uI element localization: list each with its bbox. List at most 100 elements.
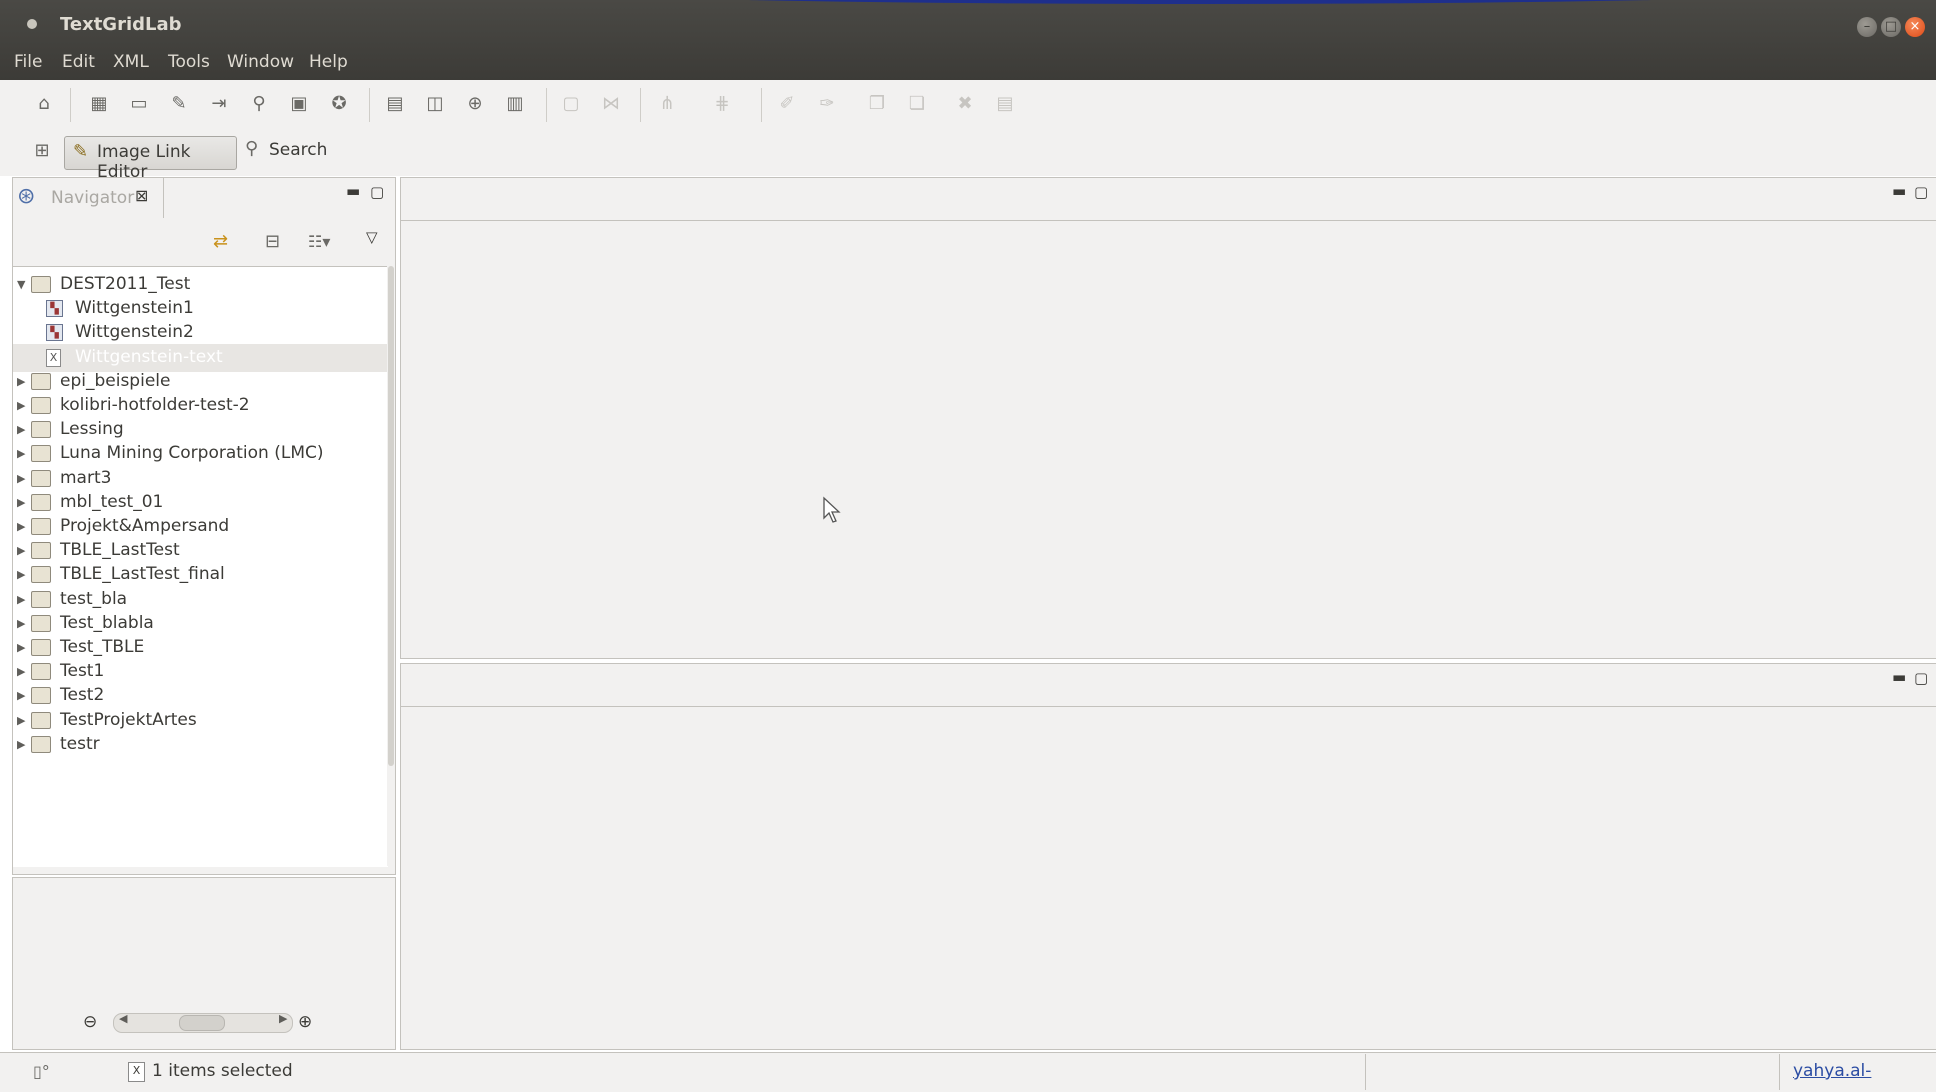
expand-arrow-icon[interactable]: ▶ xyxy=(17,423,25,436)
folder-icon xyxy=(31,421,51,439)
expand-arrow-icon[interactable]: ▶ xyxy=(17,617,25,630)
image-icon[interactable]: ▣ xyxy=(287,92,311,116)
sync-icon[interactable]: ⇄ xyxy=(213,231,228,252)
calendar-icon[interactable]: ▥ xyxy=(503,92,527,116)
zoom-slider-thumb[interactable] xyxy=(179,1015,225,1031)
folder-icon xyxy=(31,735,51,753)
tree-item-label: Projekt&Ampersand xyxy=(60,516,230,536)
expand-arrow-icon[interactable]: ▶ xyxy=(17,593,25,606)
menu-window[interactable]: Window xyxy=(227,52,294,72)
disabled-pen-icon: ✐ xyxy=(779,93,795,114)
tree-item-label: test_bla xyxy=(60,588,128,609)
navigator-icon[interactable]: ⊕ xyxy=(463,92,487,116)
window-title: TextGridLab xyxy=(60,14,182,35)
tree-item-label: TBLE_LastTest xyxy=(60,540,180,561)
folder-icon xyxy=(31,372,51,390)
minimize-icon[interactable]: – xyxy=(1857,17,1877,37)
navigator-panel: ⊛ Navigator ⊠ ▬ ▢ ⇄ ⊟ ☷▾ ▽ ▼ DEST2011_Tes… xyxy=(12,177,396,875)
edit-document-icon[interactable]: ✎ xyxy=(167,92,191,116)
expand-arrow-icon[interactable]: ▶ xyxy=(17,375,25,388)
metadata-icon[interactable]: ✪ xyxy=(327,92,351,116)
tree-item-label: testr xyxy=(60,733,100,754)
scroll-left-icon[interactable]: ◀ xyxy=(119,1012,127,1025)
tree-item-label: Test_blabla xyxy=(60,612,154,633)
folder-icon xyxy=(31,663,51,681)
menu-file[interactable]: File xyxy=(14,52,42,72)
navigator-tab-label: Navigator xyxy=(51,188,135,208)
tree-item-label: Test1 xyxy=(60,661,105,682)
disabled-link-icon: ⋈ xyxy=(602,93,620,114)
expand-arrow-icon[interactable]: ▶ xyxy=(17,544,25,557)
tree-folder[interactable]: ▶ testr xyxy=(13,731,388,759)
menu-edit[interactable]: Edit xyxy=(62,52,95,72)
image-link-file-icon: ▚ xyxy=(46,324,63,342)
user-link[interactable]: yahya.al- xyxy=(1793,1061,1871,1081)
disabled-dropdown-icon: ⋕ xyxy=(714,93,730,114)
folder-icon xyxy=(31,397,51,414)
image-link-editor-button[interactable]: ✎ Image Link Editor xyxy=(64,136,237,182)
title-bar: TextGridLab – □ × File Edit XML Tools Wi… xyxy=(0,0,1936,80)
grid-icon[interactable]: ▦ xyxy=(87,92,111,116)
expand-arrow-icon[interactable]: ▶ xyxy=(17,689,25,702)
menu-xml[interactable]: XML xyxy=(113,52,149,72)
folder-icon xyxy=(31,711,51,729)
tree-item-label: Test2 xyxy=(60,685,105,706)
zoom-in-icon[interactable]: ⊕ xyxy=(298,1012,312,1032)
expand-arrow-icon[interactable]: ▶ xyxy=(17,399,25,412)
filter-dropdown-icon[interactable]: ☷▾ xyxy=(308,232,330,251)
expand-arrow-icon[interactable]: ▶ xyxy=(17,665,25,678)
maximize-icon[interactable]: □ xyxy=(1881,17,1901,37)
menu-help[interactable]: Help xyxy=(309,52,348,72)
maximize-view-icon[interactable]: ▢ xyxy=(1914,669,1928,687)
fast-view-icon[interactable]: ▯° xyxy=(33,1062,50,1081)
search-perspective-button[interactable]: ⚲ Search xyxy=(245,138,327,160)
view-menu-icon[interactable]: ▽ xyxy=(366,228,378,246)
toolbar-separator xyxy=(369,88,370,122)
search-tool-icon[interactable]: ⚲ xyxy=(247,92,271,116)
tree-item-label: Luna Mining Corporation (LMC) xyxy=(60,443,324,464)
folder-icon xyxy=(31,493,51,511)
expand-arrow-icon[interactable]: ▶ xyxy=(17,738,25,751)
disabled-delete-icon: ✖ xyxy=(957,93,973,114)
expand-arrow-icon[interactable]: ▶ xyxy=(17,714,25,727)
export-icon[interactable]: ⇥ xyxy=(207,92,231,116)
window-menu-icon[interactable] xyxy=(27,19,37,29)
expand-arrow-icon[interactable]: ▶ xyxy=(17,472,25,485)
expand-arrow-icon[interactable]: ▶ xyxy=(17,568,25,581)
image-link-icon: ✎ xyxy=(73,141,89,162)
zoom-out-icon[interactable]: ⊖ xyxy=(83,1012,97,1032)
navigator-scrollbar[interactable] xyxy=(387,266,395,866)
minimize-view-icon[interactable]: ▬ xyxy=(1892,668,1906,686)
collapse-all-icon[interactable]: ⊟ xyxy=(265,231,280,252)
minimize-view-icon[interactable]: ▬ xyxy=(1892,182,1906,200)
minimize-view-icon[interactable]: ▬ xyxy=(346,182,360,200)
top-banner-fragment xyxy=(500,0,1900,4)
maximize-view-icon[interactable]: ▢ xyxy=(1914,183,1928,201)
maximize-view-icon[interactable]: ▢ xyxy=(370,183,384,201)
disabled-copy-icon: ❐ xyxy=(868,93,886,114)
editor-area-top: ▬ ▢ xyxy=(400,177,1936,659)
expand-arrow-icon[interactable]: ▶ xyxy=(17,641,25,654)
tree-item-label: TBLE_LastTest_final xyxy=(60,564,225,585)
collapse-arrow-icon[interactable]: ▼ xyxy=(17,278,25,291)
compass-icon: ⊛ xyxy=(17,184,36,209)
book-icon[interactable]: ▭ xyxy=(127,92,151,116)
close-tab-icon[interactable]: ⊠ xyxy=(135,186,148,205)
open-book-icon[interactable]: ◫ xyxy=(423,92,447,116)
open-perspective-icon[interactable]: ⊞ xyxy=(30,139,54,163)
scroll-right-icon[interactable]: ▶ xyxy=(279,1012,287,1025)
expand-arrow-icon[interactable]: ▶ xyxy=(17,447,25,460)
close-icon[interactable]: × xyxy=(1905,17,1925,37)
home-icon[interactable]: ⌂ xyxy=(32,92,56,116)
scrollbar-thumb[interactable] xyxy=(388,266,394,766)
menu-tools[interactable]: Tools xyxy=(168,52,210,72)
folder-icon xyxy=(31,445,51,463)
toolbar-separator xyxy=(640,88,641,122)
tree-item-label: epi_beispiele xyxy=(60,370,171,391)
project-icon[interactable]: ▤ xyxy=(383,92,407,116)
toolbar-separator xyxy=(761,88,762,122)
expand-arrow-icon[interactable]: ▶ xyxy=(17,520,25,533)
toolbar-separator xyxy=(546,88,547,122)
tab-navigator[interactable]: ⊛ Navigator ⊠ xyxy=(13,178,164,218)
expand-arrow-icon[interactable]: ▶ xyxy=(17,496,25,509)
